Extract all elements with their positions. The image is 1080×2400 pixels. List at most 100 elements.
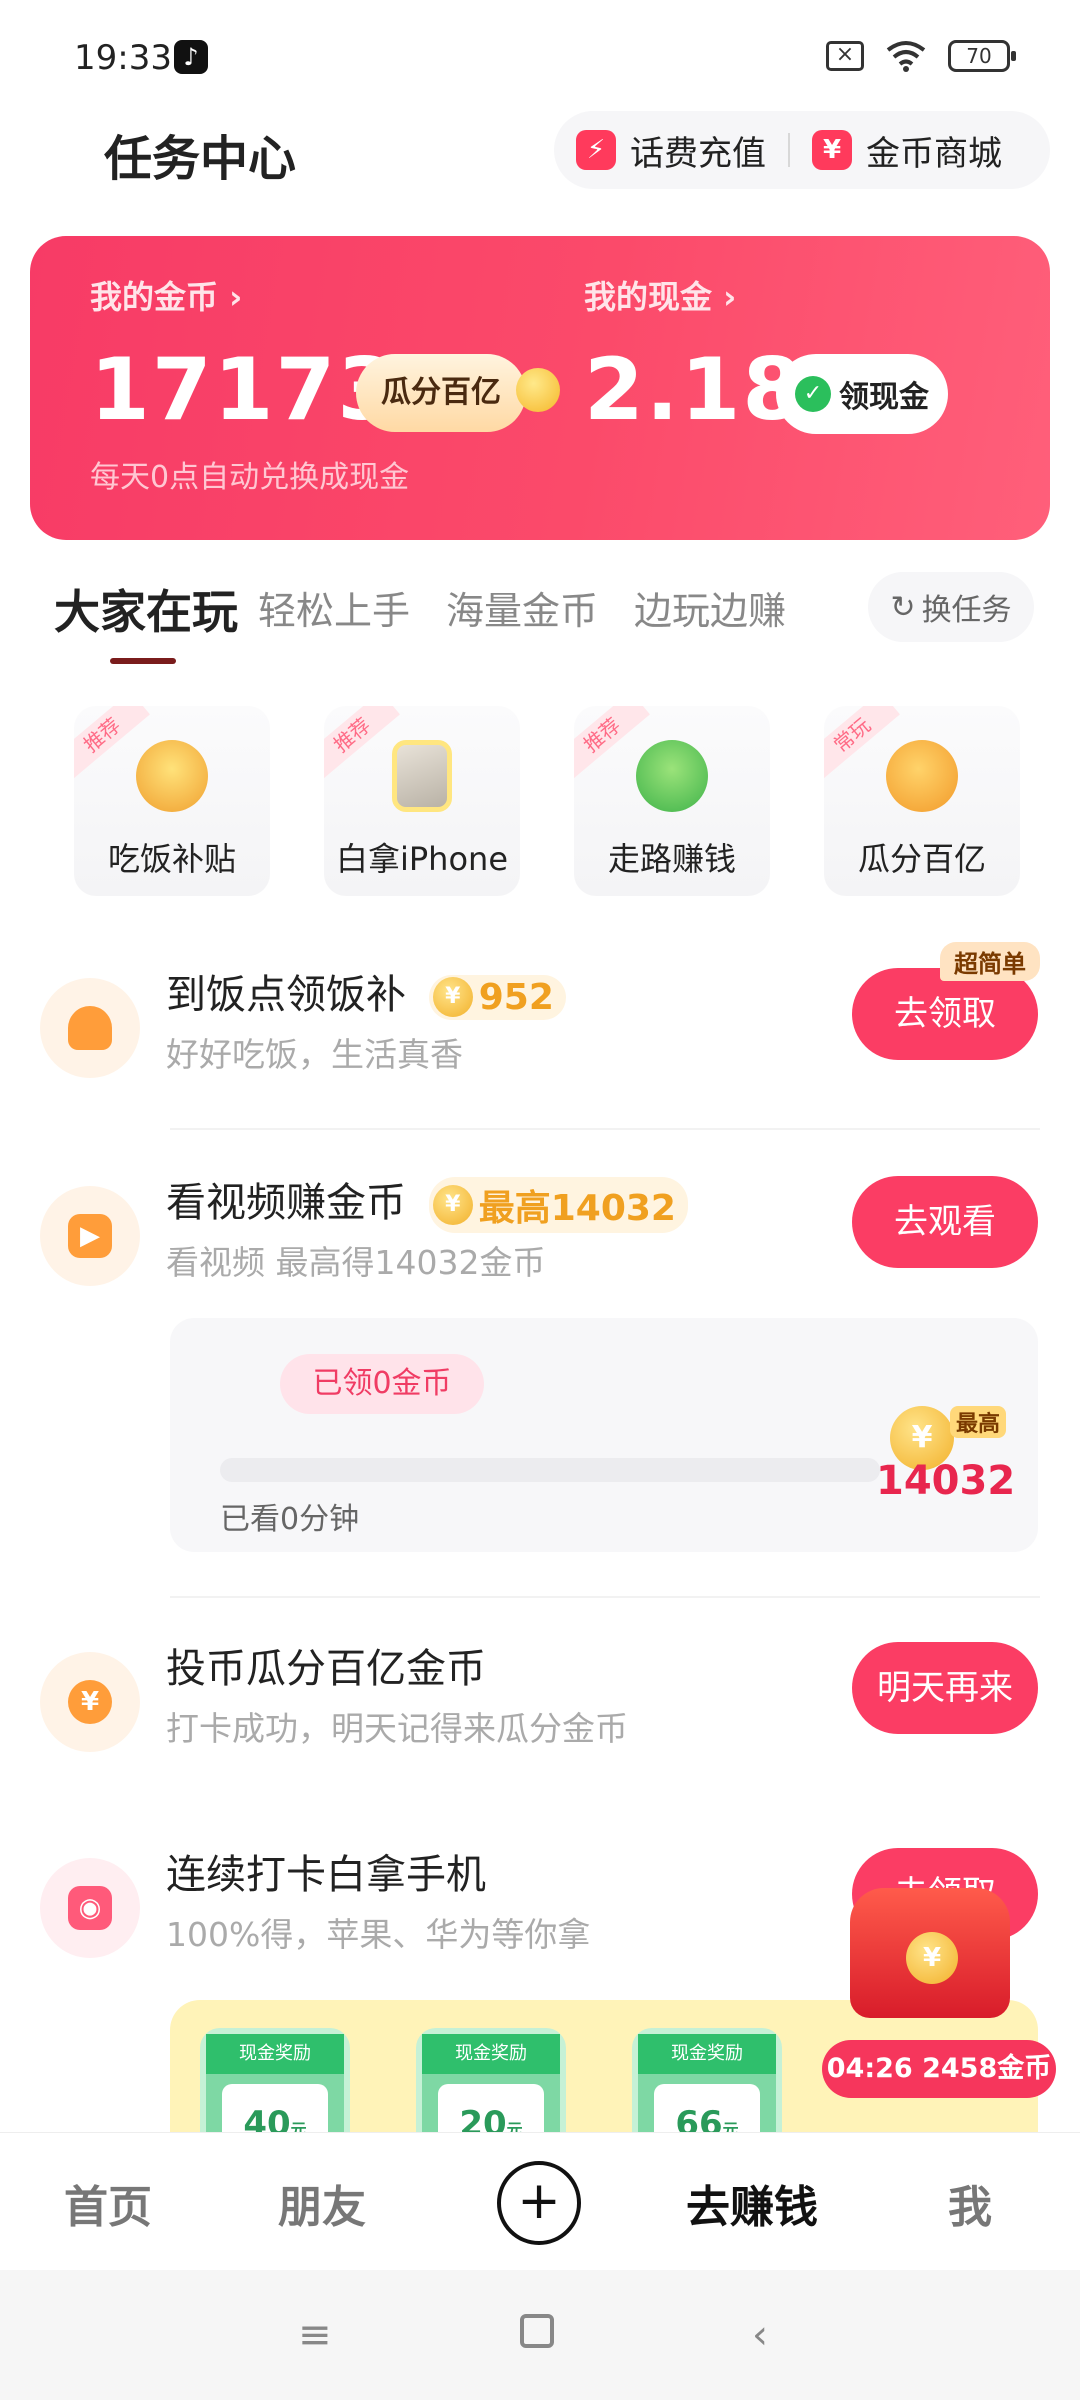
yen-store-icon: ¥ bbox=[812, 130, 852, 170]
chest-timer[interactable]: 04:26 2458金币 bbox=[822, 2040, 1056, 2098]
create-plus-button[interactable]: + bbox=[497, 2161, 581, 2245]
task-title: 到饭点领饭补 ¥ 952 bbox=[166, 962, 566, 1020]
refresh-icon: ↻ bbox=[890, 589, 916, 625]
claim-meal-button[interactable]: 去领取 bbox=[852, 968, 1038, 1060]
coin-icon: ¥ bbox=[432, 1185, 473, 1225]
task-icon-bg: ▶ bbox=[40, 1186, 140, 1286]
video-progress-card: 已领0金币 已看0分钟 ¥ 最高 14032 bbox=[170, 1318, 1038, 1552]
my-cash-value: 2.18 bbox=[584, 340, 805, 440]
game-meal-subsidy[interactable]: 推荐 吃饭补贴 bbox=[74, 706, 270, 896]
task-icon-bg: ¥ bbox=[40, 1652, 140, 1752]
game-split-billions[interactable]: 常玩 瓜分百亿 bbox=[824, 706, 1020, 896]
prize-head: 现金奖励 bbox=[638, 2034, 776, 2074]
coin-icon: ¥ bbox=[432, 977, 473, 1017]
withdraw-cash-button[interactable]: ✓ 领现金 bbox=[776, 354, 948, 434]
tab-play-earn[interactable]: 边玩边赚 bbox=[634, 580, 786, 635]
game-label: 走路赚钱 bbox=[607, 840, 736, 878]
running-person-icon bbox=[636, 740, 708, 812]
game-walk-earn[interactable]: 推荐 走路赚钱 bbox=[574, 706, 770, 896]
wechat-pay-icon: ✓ bbox=[795, 376, 831, 412]
task-meal-subsidy: 到饭点领饭补 ¥ 952 好好吃饭，生活真香 去领取 超简单 bbox=[40, 942, 1040, 1082]
coin-reward-value: 952 bbox=[478, 976, 554, 1018]
tab-many-coins[interactable]: 海量金币 bbox=[446, 580, 598, 635]
my-cash-label: 我的现金 › bbox=[584, 278, 737, 316]
phone-recharge-button[interactable]: ⚡ 话费充值 bbox=[554, 126, 788, 175]
status-icons: × 70 bbox=[826, 40, 1016, 72]
max-tag: 最高 bbox=[950, 1406, 1007, 1438]
coin-icon: ¥ bbox=[906, 1932, 958, 1984]
task-desc: 看视频 最高得14032金币 bbox=[166, 1243, 546, 1282]
task-desc: 100%得，苹果、华为等你拿 bbox=[166, 1915, 591, 1954]
task-watch-video: ▶ 看视频赚金币 ¥ 最高14032 看视频 最高得14032金币 去观看 bbox=[40, 1170, 1040, 1290]
task-icon-bg: ◉ bbox=[40, 1858, 140, 1958]
task-title: 连续打卡白拿手机 bbox=[166, 1852, 486, 1898]
menu-icon[interactable]: ≡ bbox=[298, 2312, 332, 2358]
noodle-bowl-icon bbox=[136, 740, 208, 812]
tab-easy[interactable]: 轻松上手 bbox=[258, 580, 410, 635]
shell-icon bbox=[68, 1006, 112, 1050]
task-desc: 好好吃饭，生活真香 bbox=[166, 1035, 463, 1074]
my-coins-value: 17173 bbox=[90, 340, 400, 440]
coin-reward-value: 最高14032 bbox=[478, 1188, 676, 1229]
gift-box-icon: ◉ bbox=[68, 1886, 112, 1930]
status-time: 19:33 bbox=[74, 38, 172, 78]
nav-me[interactable]: 我 bbox=[948, 2171, 992, 2235]
divider bbox=[170, 1596, 1040, 1598]
game-label: 白拿iPhone bbox=[335, 840, 509, 878]
exchange-note: 每天0点自动兑换成现金 bbox=[90, 460, 410, 495]
phone-recharge-label: 话费充值 bbox=[630, 133, 766, 174]
game-free-iphone[interactable]: 推荐 白拿iPhone bbox=[324, 706, 520, 896]
swap-tasks-label: 换任务 bbox=[921, 593, 1012, 628]
games-row: 推荐 吃饭补贴 推荐 白拿iPhone 推荐 走路赚钱 常玩 瓜分百亿 bbox=[74, 706, 1020, 896]
yen-coin-icon: ¥ bbox=[68, 1680, 112, 1724]
balance-card: 我的金币 › 17173 瓜分百亿 我的现金 › 2.18 ✓ 领现金 每天0点… bbox=[30, 236, 1050, 540]
iphone-icon bbox=[392, 740, 452, 812]
divider bbox=[170, 1128, 1040, 1130]
home-square-icon[interactable] bbox=[520, 2314, 554, 2348]
come-tomorrow-button[interactable]: 明天再来 bbox=[852, 1642, 1038, 1734]
coin-store-button[interactable]: ¥ 金币商城 bbox=[790, 126, 1024, 175]
system-nav-bar: ≡ ‹ bbox=[0, 2270, 1080, 2400]
nav-friends[interactable]: 朋友 bbox=[278, 2171, 366, 2235]
task-icon-bg bbox=[40, 978, 140, 1078]
header: 任务中心 ⚡ 话费充值 ¥ 金币商城 bbox=[0, 105, 1080, 195]
nav-earn[interactable]: 去赚钱 bbox=[686, 2171, 818, 2235]
swap-tasks-button[interactable]: ↻ 换任务 bbox=[868, 572, 1034, 642]
tab-popular[interactable]: 大家在玩 bbox=[54, 576, 238, 642]
category-tabs: 大家在玩 轻松上手 海量金币 边玩边赚 ↻ 换任务 bbox=[54, 572, 1034, 664]
my-cash[interactable]: 我的现金 › 2.18 bbox=[584, 272, 804, 440]
watched-minutes: 已看0分钟 bbox=[220, 1502, 360, 1537]
bottom-nav: 首页 朋友 + 去赚钱 我 bbox=[0, 2132, 1080, 2270]
withdraw-cash-label: 领现金 bbox=[839, 380, 929, 415]
active-tab-indicator bbox=[110, 658, 176, 664]
prize-head: 现金奖励 bbox=[206, 2034, 344, 2074]
coin-icon bbox=[516, 368, 560, 412]
page-title: 任务中心 bbox=[104, 131, 297, 187]
coin-reward-badge: ¥ 最高14032 bbox=[428, 1177, 688, 1233]
watch-video-button[interactable]: 去观看 bbox=[852, 1176, 1038, 1268]
super-easy-tag: 超简单 bbox=[940, 942, 1040, 981]
coin-store-label: 金币商城 bbox=[866, 133, 1002, 174]
prize-head: 现金奖励 bbox=[422, 2034, 560, 2074]
guafen-tag[interactable]: 瓜分百亿 bbox=[356, 354, 526, 432]
tiktok-icon: ♪ bbox=[174, 40, 208, 74]
wifi-icon bbox=[886, 41, 926, 72]
task-title-text: 到饭点领饭补 bbox=[166, 972, 406, 1018]
header-actions: ⚡ 话费充值 ¥ 金币商城 bbox=[554, 111, 1050, 189]
status-bar: 19:33 ♪ × 70 bbox=[0, 0, 1080, 110]
game-label: 吃饭补贴 bbox=[107, 840, 236, 878]
coin-reward-badge: ¥ 952 bbox=[428, 974, 566, 1020]
lightning-icon: ⚡ bbox=[576, 130, 616, 170]
recommend-ribbon: 推荐 bbox=[324, 706, 400, 779]
collected-coins-bubble: 已领0金币 bbox=[280, 1354, 484, 1414]
my-coins-label: 我的金币 › bbox=[90, 278, 243, 316]
back-icon[interactable]: ‹ bbox=[752, 2312, 768, 2358]
task-title: 投币瓜分百亿金币 bbox=[166, 1646, 486, 1692]
nav-home[interactable]: 首页 bbox=[64, 2171, 152, 2235]
max-reward-value: 14032 bbox=[876, 1458, 1016, 1504]
my-coins[interactable]: 我的金币 › 17173 bbox=[90, 272, 399, 440]
treasure-chest-icon[interactable]: ¥ bbox=[850, 1888, 1010, 2018]
battery-icon: 70 bbox=[948, 40, 1016, 72]
task-desc: 打卡成功，明天记得来瓜分金币 bbox=[166, 1709, 628, 1748]
task-title-text: 看视频赚金币 bbox=[166, 1180, 406, 1226]
